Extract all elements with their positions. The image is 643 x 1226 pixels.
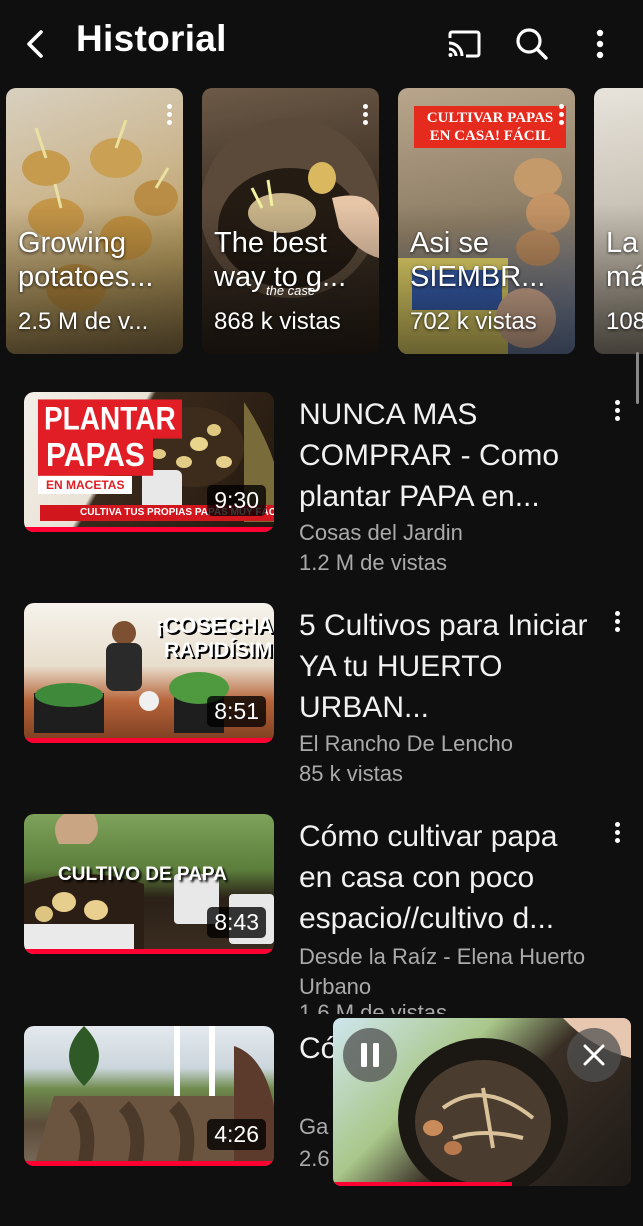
video-thumbnail[interactable]: 4:26 bbox=[24, 1026, 274, 1166]
short-more-button[interactable] bbox=[559, 104, 565, 128]
video-duration: 8:43 bbox=[207, 907, 266, 938]
short-more-button[interactable] bbox=[167, 104, 173, 128]
short-card[interactable]: La má 108 bbox=[594, 88, 643, 354]
watch-progress-bar bbox=[24, 527, 274, 532]
short-card[interactable]: The best way to g... the case 868 k vist… bbox=[202, 88, 379, 354]
watch-progress-bar bbox=[24, 949, 274, 954]
video-duration: 9:30 bbox=[207, 485, 266, 516]
more-options-button[interactable] bbox=[578, 22, 622, 66]
page-title: Historial bbox=[76, 18, 227, 59]
video-more-button[interactable] bbox=[615, 822, 621, 846]
shorts-shelf: Growing potatoes... 2.5 M de v... The be… bbox=[0, 88, 643, 356]
top-app-bar: Historial bbox=[0, 0, 643, 84]
cast-icon bbox=[448, 30, 481, 58]
short-title: La má bbox=[606, 227, 643, 293]
pause-button[interactable] bbox=[343, 1028, 397, 1082]
short-views: 2.5 M de v... bbox=[18, 308, 149, 335]
video-views: 2.6 bbox=[299, 1146, 330, 1171]
more-vert-icon bbox=[596, 29, 604, 59]
video-channel: El Rancho De Lencho bbox=[299, 731, 514, 756]
close-icon bbox=[583, 1044, 605, 1066]
short-views: 702 k vistas bbox=[410, 308, 537, 335]
video-duration: 8:51 bbox=[207, 696, 266, 727]
video-channel: Ga bbox=[299, 1114, 329, 1139]
video-more-button[interactable] bbox=[615, 400, 621, 424]
video-thumbnail[interactable]: PLANTAR PAPAS EN MACETAS CULTIVA TUS PRO… bbox=[24, 392, 274, 532]
short-card[interactable]: CULTIVAR PAPAS EN CASA! FÁCIL Asi se SIE… bbox=[398, 88, 575, 354]
short-banner: CULTIVAR PAPAS EN CASA! FÁCIL bbox=[414, 106, 566, 148]
video-list-item[interactable]: ¡COSECHARÁS RAPIDÍSIMO! 8:51 5 Cultivos … bbox=[0, 603, 643, 803]
search-button[interactable] bbox=[510, 22, 554, 66]
search-icon bbox=[516, 28, 548, 60]
video-title: 5 Cultivos para Iniciar YA tu HUERTO URB… bbox=[299, 609, 588, 724]
thumbnail-text: RAPIDÍSIMO! bbox=[164, 639, 274, 662]
back-button[interactable] bbox=[14, 22, 58, 66]
mini-player[interactable] bbox=[333, 1018, 631, 1186]
short-views: 868 k vistas bbox=[214, 308, 341, 335]
watch-progress-bar bbox=[24, 1161, 274, 1166]
video-more-button[interactable] bbox=[615, 611, 621, 635]
watch-progress-bar bbox=[24, 738, 274, 743]
short-views: 108 bbox=[606, 308, 643, 335]
cast-button[interactable] bbox=[442, 22, 486, 66]
thumbnail-text: PAPAS bbox=[38, 436, 153, 476]
video-title: Cómo cultivar papa en casa con poco espa… bbox=[299, 820, 558, 935]
mini-player-progress bbox=[333, 1182, 512, 1186]
thumbnail-text: CULTIVO DE PAPA bbox=[58, 864, 227, 885]
thumbnail-text: PLANTAR bbox=[38, 399, 182, 439]
short-caption: the case bbox=[266, 283, 316, 298]
video-thumbnail[interactable]: ¡COSECHARÁS RAPIDÍSIMO! 8:51 bbox=[24, 603, 274, 743]
pause-icon bbox=[361, 1043, 379, 1067]
short-title: Growing potatoes... bbox=[18, 227, 154, 293]
video-views: 1.6 M de vistas bbox=[299, 1002, 447, 1014]
video-channel: Cosas del Jardin bbox=[299, 520, 463, 545]
video-views: 1.2 M de vistas bbox=[299, 550, 447, 575]
thumbnail-text: ¡COSECHARÁS bbox=[156, 613, 274, 638]
video-duration: 4:26 bbox=[207, 1119, 266, 1150]
video-list-item[interactable]: CULTIVO DE PAPA 8:43 Cómo cultivar papa … bbox=[0, 814, 643, 1014]
video-title: NUNCA MAS COMPRAR - Como plantar PAPA en… bbox=[299, 398, 560, 513]
thumbnail-text: EN MACETAS bbox=[38, 476, 133, 494]
video-thumbnail[interactable]: CULTIVO DE PAPA 8:43 bbox=[24, 814, 274, 954]
short-more-button[interactable] bbox=[363, 104, 369, 128]
video-channel: Desde la Raíz - Elena Huerto Urbano bbox=[299, 944, 586, 999]
video-views: 85 k vistas bbox=[299, 761, 403, 786]
short-title: Asi se SIEMBR... bbox=[410, 227, 546, 293]
video-list-item[interactable]: PLANTAR PAPAS EN MACETAS CULTIVA TUS PRO… bbox=[0, 392, 643, 592]
arrow-left-icon bbox=[27, 30, 43, 58]
close-mini-player-button[interactable] bbox=[567, 1028, 621, 1082]
short-card[interactable]: Growing potatoes... 2.5 M de v... bbox=[6, 88, 183, 354]
